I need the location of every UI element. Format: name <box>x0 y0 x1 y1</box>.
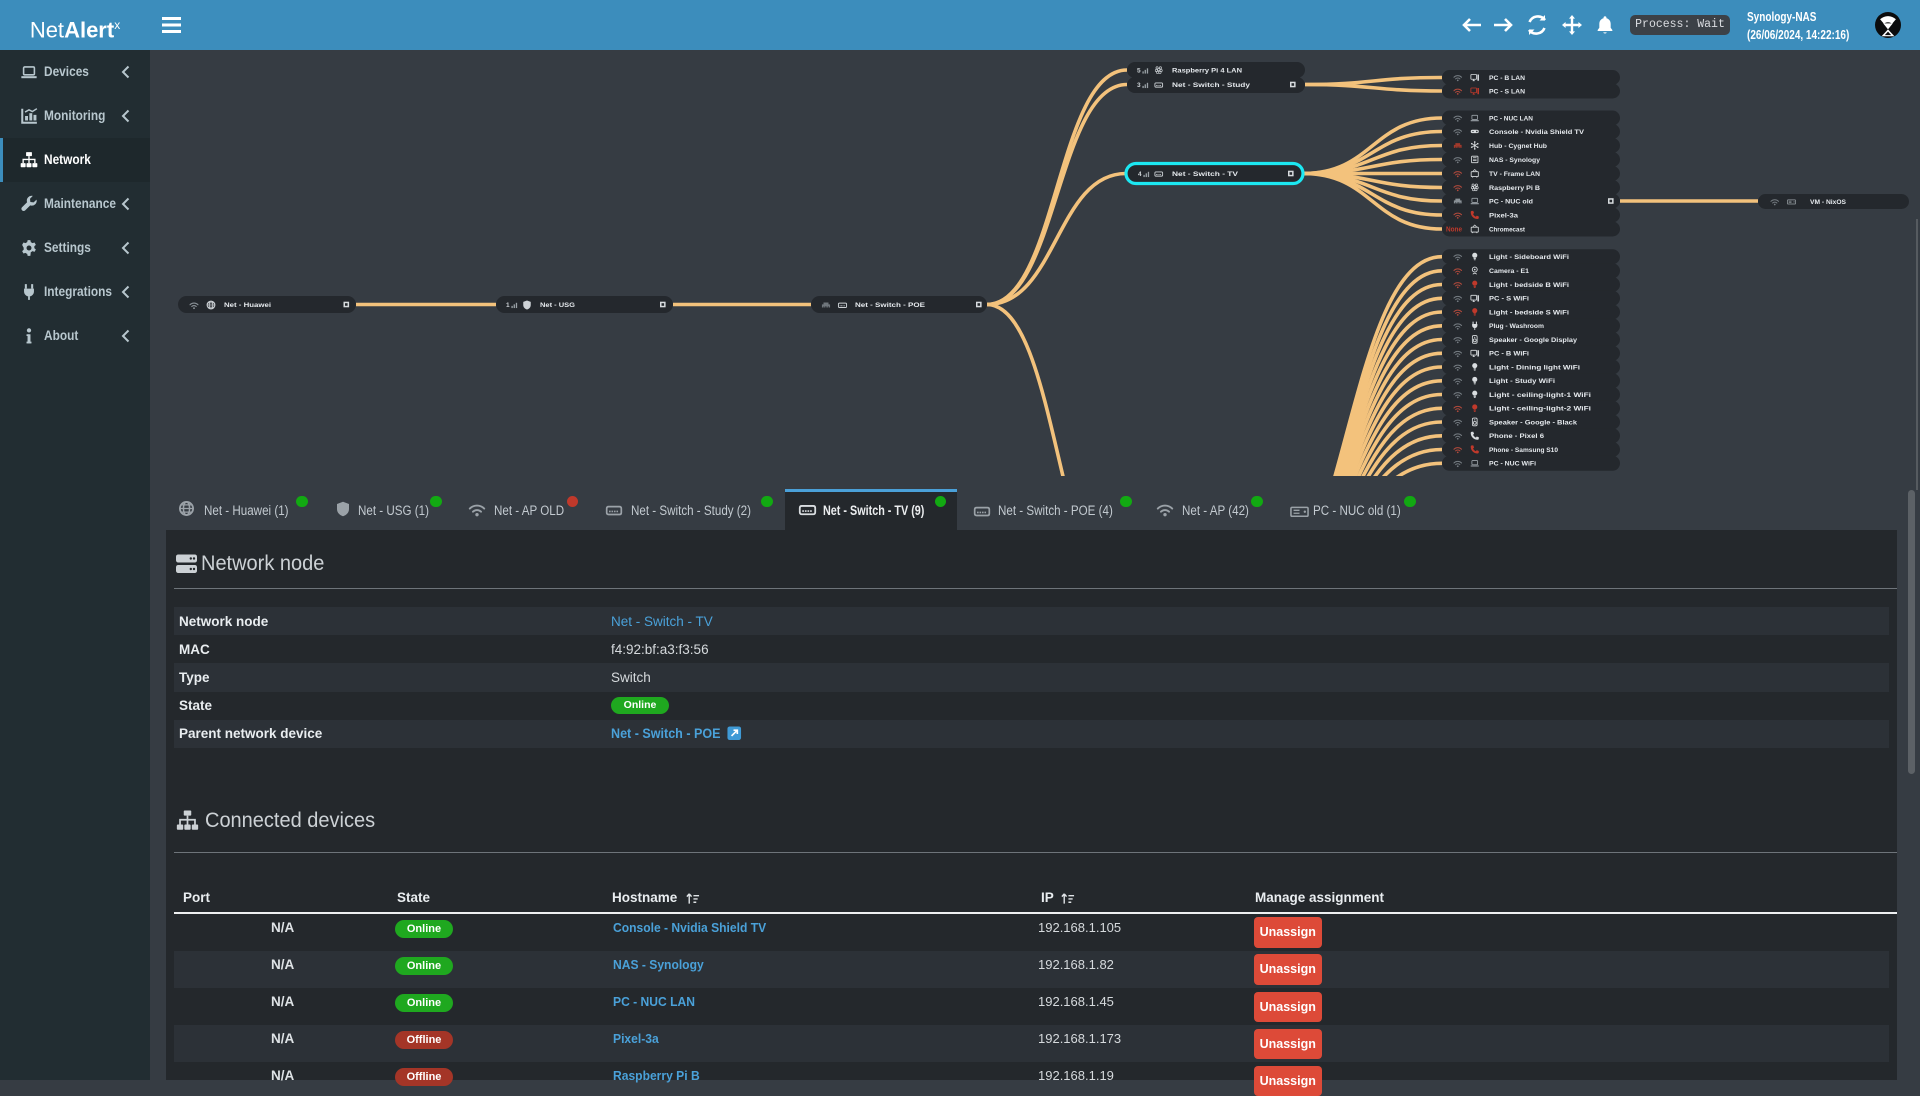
svg-text:Light - bedside B WiFi: Light - bedside B WiFi <box>1489 282 1569 289</box>
svg-text:1: 1 <box>506 302 510 309</box>
svg-text:Camera - E1: Camera - E1 <box>1489 268 1529 275</box>
svg-text:Net - Switch - POE: Net - Switch - POE <box>855 302 926 309</box>
svg-text:Light - Study WiFi: Light - Study WiFi <box>1489 378 1555 385</box>
svg-text:Chromecast: Chromecast <box>1489 226 1526 233</box>
svg-text:5: 5 <box>1137 67 1141 74</box>
svg-text:Net - Switch - Study: Net - Switch - Study <box>1172 82 1250 89</box>
svg-text:PC - B WiFi: PC - B WiFi <box>1489 351 1529 358</box>
svg-text:None: None <box>1446 227 1462 234</box>
svg-text:Pixel-3a: Pixel-3a <box>1489 212 1518 219</box>
svg-text:Hub - Cygnet Hub: Hub - Cygnet Hub <box>1489 143 1547 150</box>
svg-text:Net - Huawei: Net - Huawei <box>224 302 271 309</box>
svg-text:Speaker - Google Display: Speaker - Google Display <box>1489 337 1577 344</box>
svg-text:PC - NUC WiFi: PC - NUC WiFi <box>1489 461 1536 468</box>
svg-text:Light - Dining light WiFi: Light - Dining light WiFi <box>1489 364 1580 371</box>
svg-text:Light - Sideboard WiFi: Light - Sideboard WiFi <box>1489 254 1569 261</box>
svg-text:Speaker - Google - Black: Speaker - Google - Black <box>1489 419 1577 426</box>
svg-text:Light - ceiling-light-2 WiFi: Light - ceiling-light-2 WiFi <box>1489 406 1591 413</box>
svg-text:PC - B LAN: PC - B LAN <box>1489 75 1525 82</box>
svg-text:Console - Nvidia Shield TV: Console - Nvidia Shield TV <box>1489 129 1585 136</box>
svg-text:PC - NUC LAN: PC - NUC LAN <box>1489 115 1533 122</box>
svg-text:Light - ceiling-light-1 WiFi: Light - ceiling-light-1 WiFi <box>1489 392 1591 399</box>
svg-text:Phone - Samsung S10: Phone - Samsung S10 <box>1489 447 1558 454</box>
svg-text:NAS - Synology: NAS - Synology <box>1489 157 1540 164</box>
svg-text:Net - Switch - TV: Net - Switch - TV <box>1172 171 1239 178</box>
svg-text:TV - Frame LAN: TV - Frame LAN <box>1489 171 1540 178</box>
svg-text:Net - USG: Net - USG <box>540 302 575 309</box>
svg-text:PC - NUC old: PC - NUC old <box>1489 198 1533 205</box>
svg-text:PC - S LAN: PC - S LAN <box>1489 88 1525 95</box>
svg-text:VM - NixOS: VM - NixOS <box>1810 199 1846 206</box>
svg-text:3: 3 <box>1137 82 1141 89</box>
svg-text:PC - S WiFi: PC - S WiFi <box>1489 296 1529 303</box>
svg-text:Light - bedside S WiFi: Light - bedside S WiFi <box>1489 309 1569 316</box>
svg-text:Raspberry Pi 4 LAN: Raspberry Pi 4 LAN <box>1172 67 1242 74</box>
svg-text:Phone - Pixel 6: Phone - Pixel 6 <box>1489 433 1544 440</box>
svg-text:4: 4 <box>1138 171 1142 178</box>
svg-text:Plug - Washroom: Plug - Washroom <box>1489 323 1544 330</box>
svg-text:Raspberry Pi B: Raspberry Pi B <box>1489 185 1540 192</box>
